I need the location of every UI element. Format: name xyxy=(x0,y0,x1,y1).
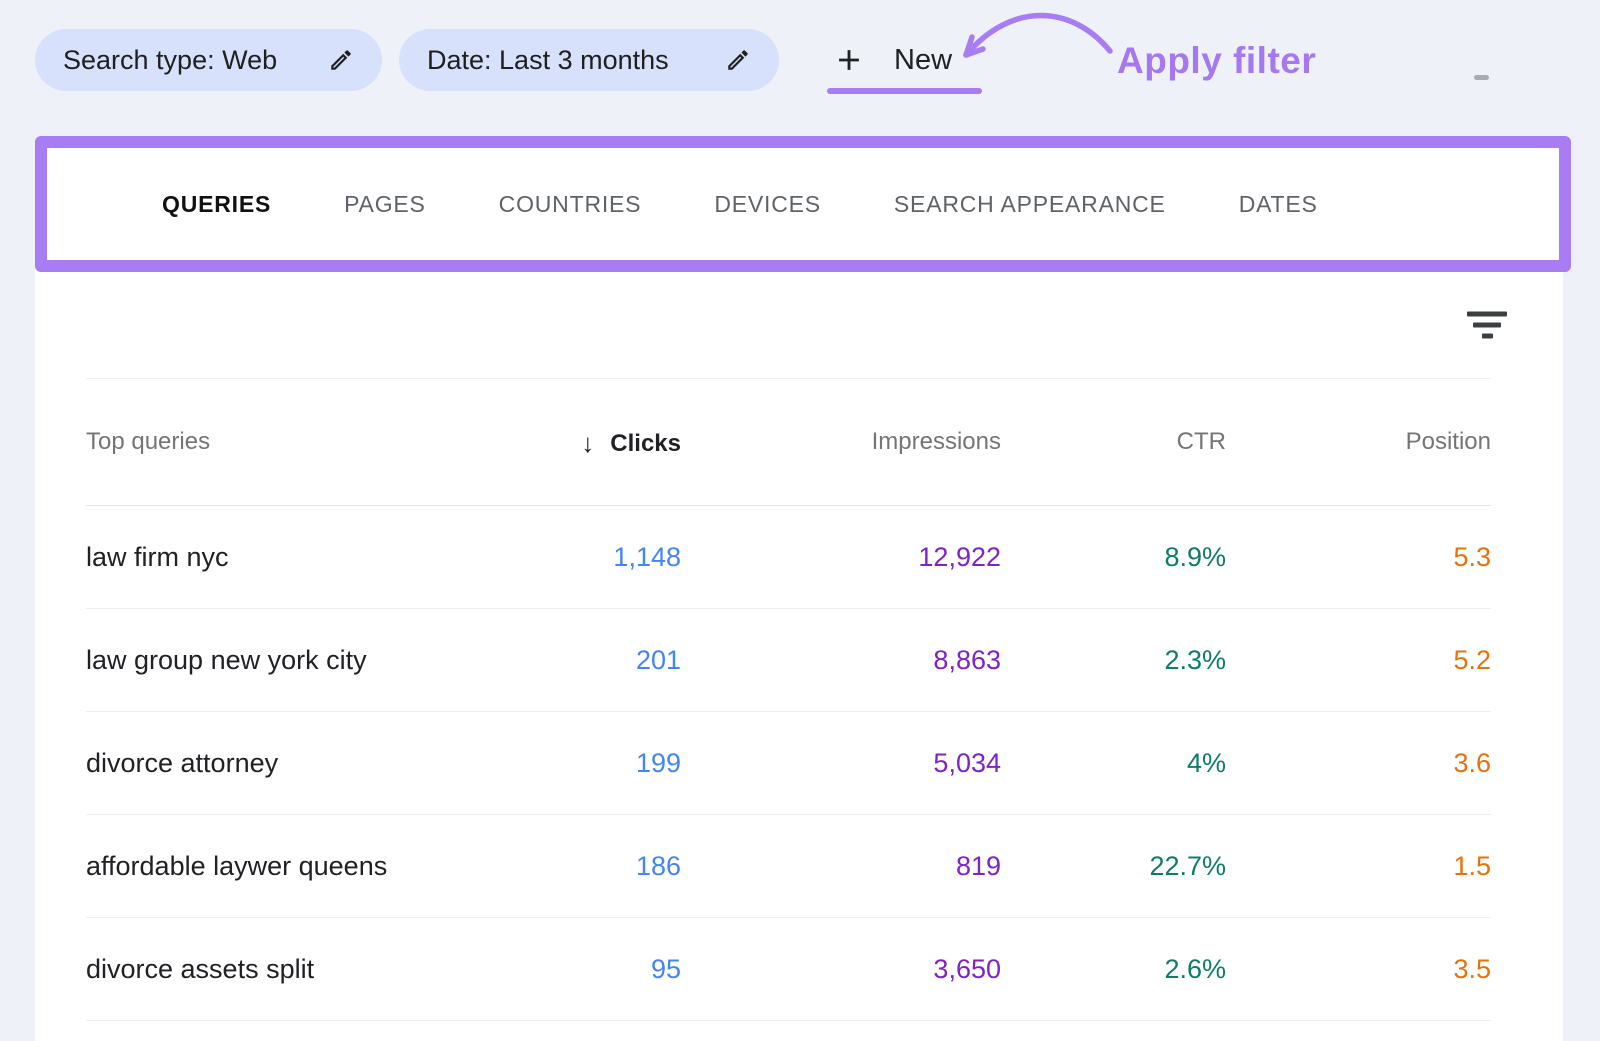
query-cell[interactable]: law group new york city xyxy=(86,609,536,712)
tab-pages[interactable]: PAGES xyxy=(344,191,426,218)
ctr-cell: 2.6% xyxy=(1001,918,1226,1021)
table-row[interactable]: divorce attorney 199 5,034 4% 3.6 xyxy=(86,712,1491,815)
edit-pencil-icon[interactable] xyxy=(725,47,751,73)
queries-table: Top queries ↓Clicks Impressions CTR Posi… xyxy=(86,378,1491,1021)
tab-queries[interactable]: QUERIES xyxy=(162,191,271,218)
report-card: QUERIES PAGES COUNTRIES DEVICES SEARCH A… xyxy=(35,136,1563,1041)
tab-countries[interactable]: COUNTRIES xyxy=(499,191,642,218)
annotation-arrow-icon xyxy=(950,3,1115,71)
table-toolbar xyxy=(35,272,1563,378)
table-row[interactable]: divorce assets split 95 3,650 2.6% 3.5 xyxy=(86,918,1491,1021)
new-filter-button[interactable]: New xyxy=(832,31,952,89)
truncated-element-dash xyxy=(1474,75,1489,80)
search-type-chip[interactable]: Search type: Web xyxy=(35,29,382,91)
tab-dates[interactable]: DATES xyxy=(1239,191,1318,218)
column-header-position[interactable]: Position xyxy=(1226,379,1491,506)
search-type-chip-label: Search type: Web xyxy=(63,45,277,76)
position-cell: 5.2 xyxy=(1226,609,1491,712)
ctr-cell: 8.9% xyxy=(1001,506,1226,609)
ctr-cell: 22.7% xyxy=(1001,815,1226,918)
plus-icon xyxy=(832,43,866,77)
clicks-cell: 1,148 xyxy=(536,506,681,609)
query-cell[interactable]: affordable laywer queens xyxy=(86,815,536,918)
ctr-cell: 2.3% xyxy=(1001,609,1226,712)
position-cell: 1.5 xyxy=(1226,815,1491,918)
table-row[interactable]: affordable laywer queens 186 819 22.7% 1… xyxy=(86,815,1491,918)
new-filter-button-label: New xyxy=(894,44,952,77)
table-header-row: Top queries ↓Clicks Impressions CTR Posi… xyxy=(86,379,1491,506)
column-header-top-queries[interactable]: Top queries xyxy=(86,379,536,506)
apply-filter-annotation-label: Apply filter xyxy=(1117,40,1316,82)
impressions-cell: 3,650 xyxy=(681,918,1001,1021)
impressions-cell: 5,034 xyxy=(681,712,1001,815)
annotation-underline xyxy=(827,88,982,94)
date-filter-chip[interactable]: Date: Last 3 months xyxy=(399,29,779,91)
clicks-cell: 201 xyxy=(536,609,681,712)
impressions-cell: 12,922 xyxy=(681,506,1001,609)
position-cell: 3.6 xyxy=(1226,712,1491,815)
table-row[interactable]: law firm nyc 1,148 12,922 8.9% 5.3 xyxy=(86,506,1491,609)
date-filter-chip-label: Date: Last 3 months xyxy=(427,45,669,76)
column-header-ctr[interactable]: CTR xyxy=(1001,379,1226,506)
dimension-tab-bar: QUERIES PAGES COUNTRIES DEVICES SEARCH A… xyxy=(35,136,1563,272)
impressions-cell: 819 xyxy=(681,815,1001,918)
query-cell[interactable]: divorce attorney xyxy=(86,712,536,815)
tab-devices[interactable]: DEVICES xyxy=(714,191,821,218)
tab-search-appearance[interactable]: SEARCH APPEARANCE xyxy=(894,191,1166,218)
position-cell: 5.3 xyxy=(1226,506,1491,609)
clicks-cell: 199 xyxy=(536,712,681,815)
ctr-cell: 4% xyxy=(1001,712,1226,815)
edit-pencil-icon[interactable] xyxy=(328,47,354,73)
clicks-cell: 186 xyxy=(536,815,681,918)
clicks-cell: 95 xyxy=(536,918,681,1021)
position-cell: 3.5 xyxy=(1226,918,1491,1021)
sort-descending-icon: ↓ xyxy=(581,428,594,458)
column-header-impressions[interactable]: Impressions xyxy=(681,379,1001,506)
query-cell[interactable]: law firm nyc xyxy=(86,506,536,609)
table-row[interactable]: law group new york city 201 8,863 2.3% 5… xyxy=(86,609,1491,712)
impressions-cell: 8,863 xyxy=(681,609,1001,712)
filter-funnel-icon[interactable] xyxy=(1461,306,1513,345)
query-cell[interactable]: divorce assets split xyxy=(86,918,536,1021)
column-header-clicks[interactable]: ↓Clicks xyxy=(536,379,681,506)
